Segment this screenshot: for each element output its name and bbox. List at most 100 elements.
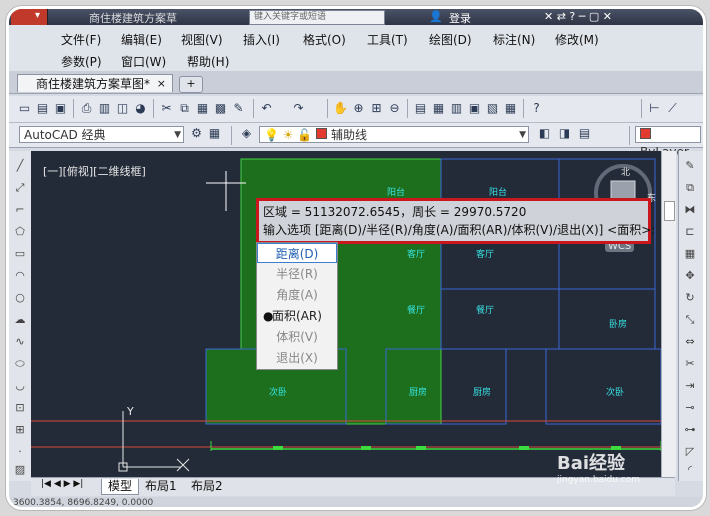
layer-select[interactable]: 💡 ☀ 🔓 辅助线 ▼ (259, 126, 529, 143)
option-volume[interactable]: 体积(V) (257, 327, 337, 347)
menu-window[interactable]: 窗口(W) (121, 53, 166, 70)
color-select[interactable]: ByLayer (635, 126, 701, 159)
layer-manager-icon[interactable]: ◈ (239, 126, 254, 141)
quickcalc-icon[interactable]: ▦ (503, 101, 518, 116)
tab-layout2[interactable]: 布局2 (185, 479, 229, 494)
search-input[interactable]: 键入关键字或短语 (249, 10, 385, 25)
menu-format[interactable]: 格式(O) (303, 31, 346, 48)
layer-states-icon[interactable]: ▤ (577, 126, 592, 141)
match-properties-icon[interactable]: ▩ (213, 101, 228, 116)
brush-icon[interactable]: ✎ (231, 101, 246, 116)
menu-help[interactable]: 帮助(H) (187, 53, 229, 70)
drawing-canvas[interactable]: [一][俯视][二维线框] 阳台 阳台 客厅 客厅 餐厅 餐厅 卧房 次卧 厨房… (31, 151, 661, 477)
zoom-realtime-icon[interactable]: ⊕ (351, 101, 366, 116)
arc-icon[interactable]: ◠ (13, 269, 27, 283)
fillet-icon[interactable]: ◜ (683, 463, 697, 477)
spline-icon[interactable]: ∿ (13, 335, 27, 349)
option-angle[interactable]: 角度(A) (257, 285, 337, 305)
tab-nav-arrows[interactable]: |◀ ◀ ▶ ▶| (41, 479, 83, 489)
make-block-icon[interactable]: ⊞ (13, 423, 27, 437)
join-icon[interactable]: ⊶ (683, 423, 697, 437)
design-center-icon[interactable]: ▦ (431, 101, 446, 116)
open-file-icon[interactable]: ▤ (35, 101, 50, 116)
save-icon[interactable]: ▣ (53, 101, 68, 116)
aligned-dimension-icon[interactable]: ⟋ (665, 101, 680, 116)
insert-block-icon[interactable]: ⊡ (13, 401, 27, 415)
copy-object-icon[interactable]: ⧉ (683, 181, 697, 195)
properties-icon[interactable]: ▤ (413, 101, 428, 116)
rectangle-icon[interactable]: ▭ (13, 247, 27, 261)
zoom-previous-icon[interactable]: ⊖ (387, 101, 402, 116)
linear-dimension-icon[interactable]: ⊢ (647, 101, 662, 116)
menu-modify[interactable]: 修改(M) (555, 31, 599, 48)
line-icon[interactable]: ╱ (13, 159, 27, 173)
option-area[interactable]: ● 面积(AR) (257, 306, 337, 326)
plot-icon[interactable]: ◫ (115, 101, 130, 116)
ellipse-icon[interactable]: ⬭ (13, 357, 27, 371)
publish-icon[interactable]: ◕ (133, 101, 148, 116)
make-current-icon[interactable]: ◧ (537, 126, 552, 141)
offset-icon[interactable]: ⊏ (683, 225, 697, 239)
break-icon[interactable]: ⊸ (683, 401, 697, 415)
undo-icon[interactable]: ↶ (259, 101, 274, 116)
chamfer-icon[interactable]: ◸ (683, 445, 697, 459)
menu-draw[interactable]: 绘图(D) (429, 31, 472, 48)
trim-icon[interactable]: ✂ (683, 357, 697, 371)
workspace-select[interactable]: AutoCAD 经典 ▼ (19, 126, 184, 143)
menu-view[interactable]: 视图(V) (181, 31, 223, 48)
layer-previous-icon[interactable]: ◨ (557, 126, 572, 141)
copy-icon[interactable]: ⧉ (177, 101, 192, 116)
revcloud-icon[interactable]: ☁ (13, 313, 27, 327)
circle-icon[interactable]: ○ (13, 291, 27, 305)
menu-edit[interactable]: 编辑(E) (121, 31, 162, 48)
hatch-icon[interactable]: ▨ (13, 463, 27, 477)
option-distance[interactable]: 距离(D) (257, 243, 337, 263)
array-icon[interactable]: ▦ (683, 247, 697, 261)
quick-access-toolbar[interactable] (53, 11, 83, 23)
menu-dimension[interactable]: 标注(N) (493, 31, 535, 48)
point-icon[interactable]: · (13, 445, 27, 459)
construction-line-icon[interactable]: ⤢ (13, 181, 27, 195)
tab-layout1[interactable]: 布局1 (139, 479, 183, 494)
print-preview-icon[interactable]: ▥ (97, 101, 112, 116)
login-link[interactable]: 登录 (449, 10, 471, 26)
option-exit[interactable]: 退出(X) (257, 348, 337, 368)
cut-icon[interactable]: ✂ (159, 101, 174, 116)
stretch-icon[interactable]: ⇔ (683, 335, 697, 349)
tool-palettes-icon[interactable]: ▥ (449, 101, 464, 116)
markup-icon[interactable]: ▧ (485, 101, 500, 116)
scale-icon[interactable]: ⤡ (683, 313, 697, 327)
mirror-icon[interactable]: ⧓ (683, 203, 697, 217)
vertical-scrollbar[interactable] (661, 151, 676, 477)
redo-icon[interactable]: ↷ (291, 101, 306, 116)
gear-icon[interactable]: ⚙ (189, 126, 204, 141)
user-icon[interactable]: 👤 (429, 10, 443, 23)
document-tab[interactable]: 商住楼建筑方案草图* × (17, 74, 173, 92)
workspace-settings-icon[interactable]: ▦ (207, 126, 222, 141)
extend-icon[interactable]: ⇥ (683, 379, 697, 393)
menu-insert[interactable]: 插入(I) (243, 31, 280, 48)
polyline-icon[interactable]: ⌐ (13, 203, 27, 217)
ellipse-arc-icon[interactable]: ◡ (13, 379, 27, 393)
new-file-icon[interactable]: ▭ (17, 101, 32, 116)
close-tab-icon[interactable]: × (157, 75, 166, 93)
zoom-window-icon[interactable]: ⊞ (369, 101, 384, 116)
tab-model[interactable]: 模型 (101, 479, 140, 495)
application-menu-button[interactable]: ▾ (11, 9, 48, 25)
help-icon[interactable]: ? (529, 101, 544, 116)
paste-icon[interactable]: ▦ (195, 101, 210, 116)
pan-icon[interactable]: ✋ (333, 101, 348, 116)
print-icon[interactable]: ⎙ (79, 101, 94, 116)
viewport-label[interactable]: [一][俯视][二维线框] (43, 163, 146, 179)
rotate-icon[interactable]: ↻ (683, 291, 697, 305)
option-radius[interactable]: 半径(R) (257, 264, 337, 284)
sheet-set-icon[interactable]: ▣ (467, 101, 482, 116)
menu-tools[interactable]: 工具(T) (367, 31, 408, 48)
window-controls[interactable]: ✕ ⇄ ? ─ ▢ ✕ (544, 10, 612, 23)
move-icon[interactable]: ✥ (683, 269, 697, 283)
scrollbar-thumb[interactable] (664, 201, 675, 221)
polygon-icon[interactable]: ⬠ (13, 225, 27, 239)
menu-parametric[interactable]: 参数(P) (61, 53, 102, 70)
erase-icon[interactable]: ✎ (683, 159, 697, 173)
new-tab-button[interactable]: + (179, 76, 203, 93)
